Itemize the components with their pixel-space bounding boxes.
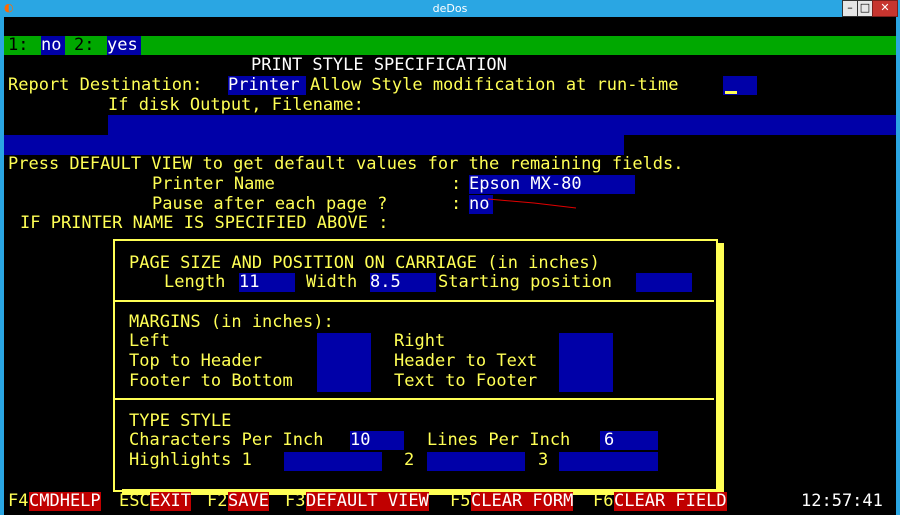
fkey-default-view[interactable]: DEFAULT VIEW bbox=[306, 492, 429, 511]
header-to-text-label: Header to Text bbox=[394, 351, 538, 371]
box-shadow-right bbox=[717, 243, 724, 495]
clock: 12:57:41 bbox=[801, 491, 883, 511]
fkey-cmdhelp[interactable]: CMDHELP bbox=[29, 492, 101, 511]
cpi-label: Characters Per Inch bbox=[129, 430, 324, 450]
top-to-header-field[interactable] bbox=[317, 353, 371, 373]
margins-heading: MARGINS (in inches): bbox=[129, 312, 334, 332]
default-view-hint: Press DEFAULT VIEW to get default values… bbox=[8, 154, 684, 174]
length-label: Length bbox=[164, 272, 226, 292]
window-title: deDos bbox=[432, 2, 468, 15]
highlight-3-label: 3 bbox=[538, 450, 549, 470]
option-1-key: 1: bbox=[8, 35, 29, 55]
starting-position-field[interactable] bbox=[636, 273, 692, 292]
fkey-f5-key: F5 bbox=[450, 491, 471, 511]
lpi-field[interactable]: 6 bbox=[600, 431, 658, 450]
fkey-clear-field[interactable]: CLEAR FIELD bbox=[614, 492, 727, 511]
cpi-field[interactable]: 10 bbox=[350, 431, 404, 450]
form-title: PRINT STYLE SPECIFICATION bbox=[251, 55, 507, 75]
margin-right-field[interactable] bbox=[559, 333, 613, 353]
fkey-f3-key: F3 bbox=[285, 491, 306, 511]
printer-name-field[interactable]: Epson MX-80 bbox=[469, 175, 635, 194]
highlights-label: Highlights 1 bbox=[129, 450, 252, 470]
length-field[interactable]: 11 bbox=[239, 273, 295, 292]
fkey-exit[interactable]: EXIT bbox=[150, 492, 191, 511]
filename-field[interactable] bbox=[108, 115, 896, 135]
report-destination-field[interactable]: Printer bbox=[228, 76, 306, 95]
close-button[interactable]: ✕ bbox=[872, 0, 898, 17]
terminal-screen: 1: no 2: yes PRINT STYLE SPECIFICATION R… bbox=[4, 17, 896, 515]
option-yes[interactable]: yes bbox=[107, 36, 141, 55]
maximize-button[interactable]: □ bbox=[857, 0, 873, 17]
disk-output-label: If disk Output, Filename: bbox=[108, 95, 364, 115]
width-label: Width bbox=[306, 272, 358, 292]
section-divider bbox=[115, 398, 714, 400]
highlight-1-field[interactable] bbox=[284, 452, 382, 471]
option-no[interactable]: no bbox=[41, 36, 65, 55]
fkey-f6-key: F6 bbox=[593, 491, 614, 511]
width-field[interactable]: 8.5 bbox=[370, 273, 436, 292]
printer-name-label: Printer Name bbox=[152, 174, 275, 194]
footer-to-bottom-label: Footer to Bottom bbox=[129, 371, 293, 391]
fkey-clear-form[interactable]: CLEAR FORM bbox=[471, 492, 574, 511]
pause-label: Pause after each page ? bbox=[152, 194, 388, 214]
text-cursor bbox=[725, 91, 737, 94]
margin-left-label: Left bbox=[129, 331, 170, 351]
margin-right-label: Right bbox=[394, 331, 446, 351]
printer-name-colon: : bbox=[451, 174, 462, 194]
filename-field-continued[interactable] bbox=[4, 135, 624, 155]
header-to-text-field[interactable] bbox=[559, 353, 613, 373]
window-border-right bbox=[896, 17, 900, 515]
fkey-esc-key: ESC bbox=[119, 491, 150, 511]
type-style-heading: TYPE STYLE bbox=[129, 411, 232, 431]
fkey-f2-key: F2 bbox=[207, 491, 228, 511]
top-to-header-label: Top to Header bbox=[129, 351, 263, 371]
text-to-footer-label: Text to Footer bbox=[394, 371, 538, 391]
allow-style-label: Allow Style modification at run-time bbox=[310, 75, 679, 95]
option-2-key: 2: bbox=[74, 35, 95, 55]
highlight-2-field[interactable] bbox=[427, 452, 525, 471]
page-size-heading: PAGE SIZE AND POSITION ON CARRIAGE (in i… bbox=[129, 253, 600, 273]
report-destination-label: Report Destination: bbox=[8, 75, 203, 95]
highlight-3-field[interactable] bbox=[559, 452, 658, 471]
fkey-f4-key: F4 bbox=[8, 491, 29, 511]
pause-colon: : bbox=[451, 194, 462, 214]
text-to-footer-field[interactable] bbox=[559, 373, 613, 392]
if-printer-label: IF PRINTER NAME IS SPECIFIED ABOVE : bbox=[20, 213, 389, 233]
fkey-save[interactable]: SAVE bbox=[228, 492, 269, 511]
footer-to-bottom-field[interactable] bbox=[317, 373, 371, 392]
window-titlebar: ◐ deDos – □ ✕ bbox=[0, 0, 900, 17]
lpi-label: Lines Per Inch bbox=[427, 430, 571, 450]
section-divider bbox=[115, 300, 714, 302]
highlight-2-label: 2 bbox=[404, 450, 415, 470]
minimize-button[interactable]: – bbox=[842, 0, 858, 17]
margin-left-field[interactable] bbox=[317, 333, 371, 353]
starting-position-label: Starting position bbox=[438, 272, 612, 292]
annotation-pen-stroke bbox=[487, 198, 577, 209]
